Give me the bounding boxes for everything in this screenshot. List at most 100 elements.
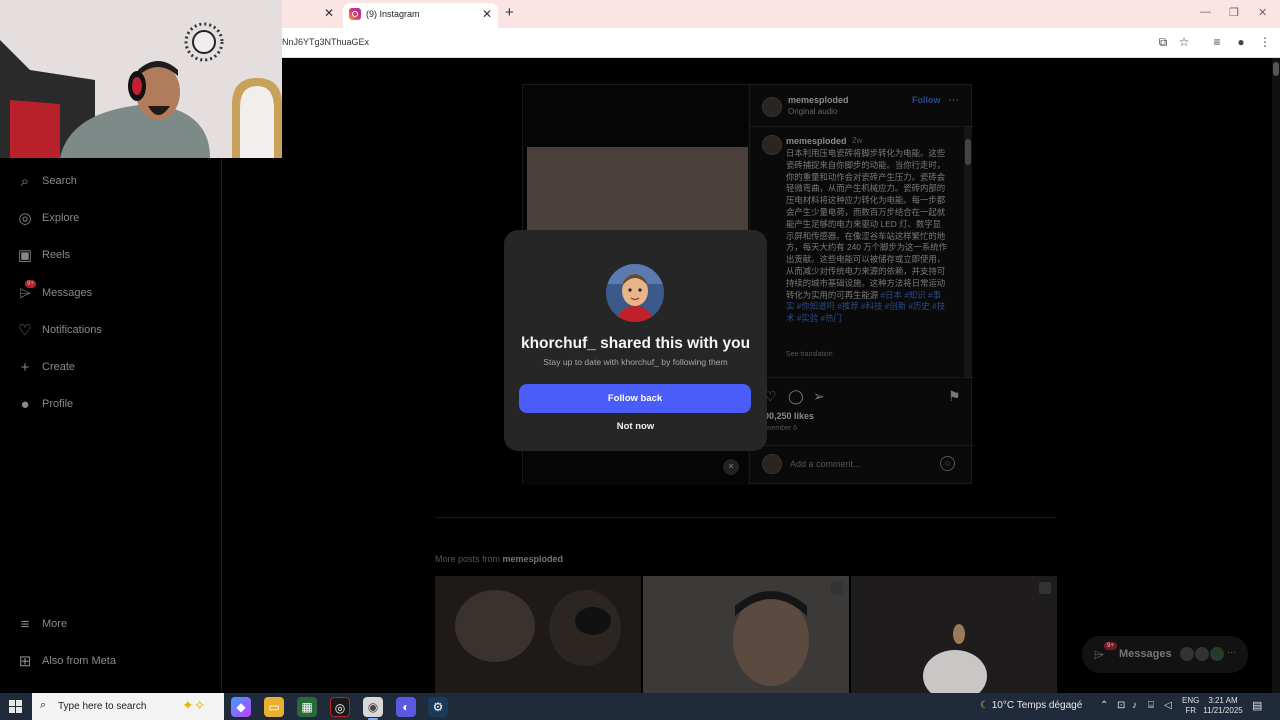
volume-icon[interactable]: ◁ bbox=[1164, 700, 1172, 711]
webcam-overlay bbox=[0, 0, 282, 158]
sharer-avatar-image bbox=[606, 264, 664, 322]
caption-text: 日本利用压电瓷砖将脚步转化为电能。这些瓷砖捕捉来自你脚步的动能。当你行走时，你的… bbox=[786, 148, 948, 325]
save-bookmark-icon[interactable]: ⚑ bbox=[948, 388, 961, 405]
sidebar-item-label: Create bbox=[42, 361, 76, 373]
profile-icon[interactable]: ● bbox=[1234, 35, 1248, 49]
tab-instagram[interactable]: (9) Instagram ✕ bbox=[343, 3, 498, 28]
steam-icon[interactable]: ⚙ bbox=[428, 697, 448, 717]
tray-app-icon[interactable]: ⊡ bbox=[1117, 700, 1125, 711]
moon-icon: ☾ bbox=[980, 700, 992, 711]
reel-icon bbox=[1039, 582, 1051, 594]
tray-chevron-icon[interactable]: ⌃ bbox=[1100, 700, 1108, 711]
file-explorer-icon[interactable]: ▭ bbox=[264, 697, 284, 717]
browser-menu-icon[interactable]: ⋮ bbox=[1258, 35, 1272, 49]
sidebar-item-explore[interactable]: ◎ Explore bbox=[16, 208, 206, 230]
clock-date: 11/21/2025 bbox=[1203, 706, 1243, 715]
caption-avatar[interactable] bbox=[762, 135, 782, 155]
plus-icon: + bbox=[20, 359, 30, 376]
share-icon[interactable]: ➢ bbox=[813, 388, 825, 405]
divider bbox=[750, 126, 974, 127]
avatar bbox=[1194, 646, 1210, 662]
post-details: memesploded Original audio Follow ··· me… bbox=[749, 85, 974, 485]
related-post-thumbnail[interactable] bbox=[851, 576, 1057, 693]
store-icon[interactable]: ▦ bbox=[297, 697, 317, 717]
post-audio[interactable]: Original audio bbox=[788, 107, 837, 116]
comment-icon[interactable]: ◯ bbox=[788, 388, 804, 405]
clock[interactable]: 3:21 AM 11/21/2025 bbox=[1203, 696, 1243, 716]
microphone-icon[interactable]: ♪ bbox=[1132, 700, 1137, 711]
window-close-icon[interactable]: ✕ bbox=[1258, 6, 1267, 19]
sidebar-item-label: Messages bbox=[42, 287, 93, 299]
more-options-icon[interactable]: ··· bbox=[948, 94, 959, 106]
restore-icon[interactable]: ❐ bbox=[1229, 6, 1239, 19]
sidebar-item-create[interactable]: + Create bbox=[16, 357, 206, 379]
not-now-button[interactable]: Not now bbox=[504, 421, 767, 432]
tab-title: (9) Instagram bbox=[366, 9, 420, 19]
likes-count[interactable]: 00,250 likes bbox=[764, 411, 814, 421]
page-scrollbar-thumb[interactable] bbox=[1273, 62, 1279, 76]
caption-username[interactable]: memesploded bbox=[786, 136, 847, 146]
search-placeholder: Type here to search bbox=[58, 701, 147, 712]
messages-floating-button[interactable]: ⌲ 9+ Messages ··· bbox=[1082, 636, 1248, 673]
comment-input[interactable]: Add a comment... bbox=[790, 459, 861, 469]
minimize-icon[interactable]: — bbox=[1200, 6, 1211, 18]
author-avatar[interactable] bbox=[762, 97, 782, 117]
share-dialog: khorchuf_ shared this with you Stay up t… bbox=[504, 230, 767, 451]
dialog-subtitle: Stay up to date with khorchuf_ by follow… bbox=[543, 357, 728, 367]
emoji-icon[interactable]: ☺ bbox=[940, 456, 955, 471]
thumbnail-image bbox=[435, 576, 641, 693]
sidebar-item-label: More bbox=[42, 618, 68, 630]
search-highlight-icon[interactable]: ✦✧ bbox=[182, 697, 205, 714]
bookmark-star-icon[interactable]: ☆ bbox=[1177, 35, 1191, 49]
install-app-icon[interactable]: ⧉ bbox=[1156, 35, 1170, 49]
url-field[interactable]: NnJ6YTg3NThuaGEx bbox=[282, 37, 369, 47]
start-button[interactable] bbox=[9, 700, 22, 713]
sidebar-item-reels[interactable]: ▣ Reels bbox=[16, 245, 206, 267]
avatar bbox=[1209, 646, 1225, 662]
windows-taskbar: ⌕ Type here to search ✦✧ ◆ ▭ ▦ ◎ ◉ ◐ ⚙ ☾… bbox=[0, 693, 1280, 720]
new-tab-icon[interactable]: + bbox=[505, 4, 514, 21]
caption-scrollbar[interactable] bbox=[964, 127, 972, 377]
search-icon: ⌕ bbox=[40, 699, 47, 711]
post-username[interactable]: memesploded bbox=[788, 95, 849, 105]
meta-icon: ⊞ bbox=[18, 653, 32, 670]
tab-close-icon[interactable]: ✕ bbox=[482, 7, 492, 21]
app-icon[interactable]: ◎ bbox=[330, 697, 350, 717]
sidebar-item-more[interactable]: ≡ More bbox=[16, 614, 206, 636]
sidebar-item-search[interactable]: ⌕ Search bbox=[16, 171, 206, 193]
network-icon[interactable]: ⌸ bbox=[1148, 700, 1154, 711]
language-indicator[interactable]: ENG FR bbox=[1182, 696, 1199, 716]
sidebar-item-label: Notifications bbox=[42, 324, 102, 336]
notifications-icon[interactable]: ▤ bbox=[1252, 699, 1262, 712]
messenger-icon: ⌲ bbox=[1094, 647, 1105, 662]
weather-widget[interactable]: ☾ 10°C Temps dégagé bbox=[980, 700, 1082, 711]
discord-icon[interactable]: ◐ bbox=[396, 697, 416, 717]
sidebar-item-profile[interactable]: ● Profile bbox=[16, 394, 206, 416]
screen: ✕ (9) Instagram ✕ + — ❐ ✕ NnJ6YTg3NThuaG… bbox=[0, 0, 1280, 720]
mute-icon[interactable]: ✕ bbox=[723, 459, 739, 475]
see-translation-link[interactable]: See translation bbox=[786, 351, 833, 358]
related-post-thumbnail[interactable] bbox=[435, 576, 641, 693]
copilot-icon[interactable]: ◆ bbox=[231, 697, 251, 717]
previous-tab-close-icon[interactable]: ✕ bbox=[322, 6, 336, 20]
lang-bottom: FR bbox=[1185, 706, 1196, 715]
windows-logo-icon bbox=[16, 700, 22, 706]
windows-logo-icon bbox=[9, 707, 15, 713]
more-posts-username[interactable]: memesploded bbox=[503, 554, 564, 564]
sidebar-item-label: Reels bbox=[42, 249, 71, 261]
sidebar-item-notifications[interactable]: ♡ Notifications bbox=[16, 320, 206, 342]
windows-logo-icon bbox=[16, 707, 22, 713]
page-scrollbar[interactable] bbox=[1272, 58, 1280, 693]
more-dots-icon: ··· bbox=[1227, 647, 1236, 657]
more-posts-prefix: More posts from bbox=[435, 554, 503, 564]
sidebar-item-messages[interactable]: ⌲ 9+ Messages bbox=[16, 280, 206, 305]
taskbar-search[interactable]: ⌕ Type here to search ✦✧ bbox=[32, 693, 224, 720]
follow-button[interactable]: Follow bbox=[912, 95, 941, 105]
media-controls-icon[interactable]: ≡ bbox=[1210, 35, 1224, 49]
caption-scrollbar-thumb[interactable] bbox=[965, 139, 971, 165]
search-icon: ⌕ bbox=[20, 173, 30, 190]
follow-back-button[interactable]: Follow back bbox=[519, 384, 751, 413]
related-post-thumbnail[interactable] bbox=[643, 576, 849, 693]
chrome-icon[interactable]: ◉ bbox=[363, 697, 383, 720]
sidebar-item-also-from-meta[interactable]: ⊞ Also from Meta bbox=[16, 651, 206, 673]
